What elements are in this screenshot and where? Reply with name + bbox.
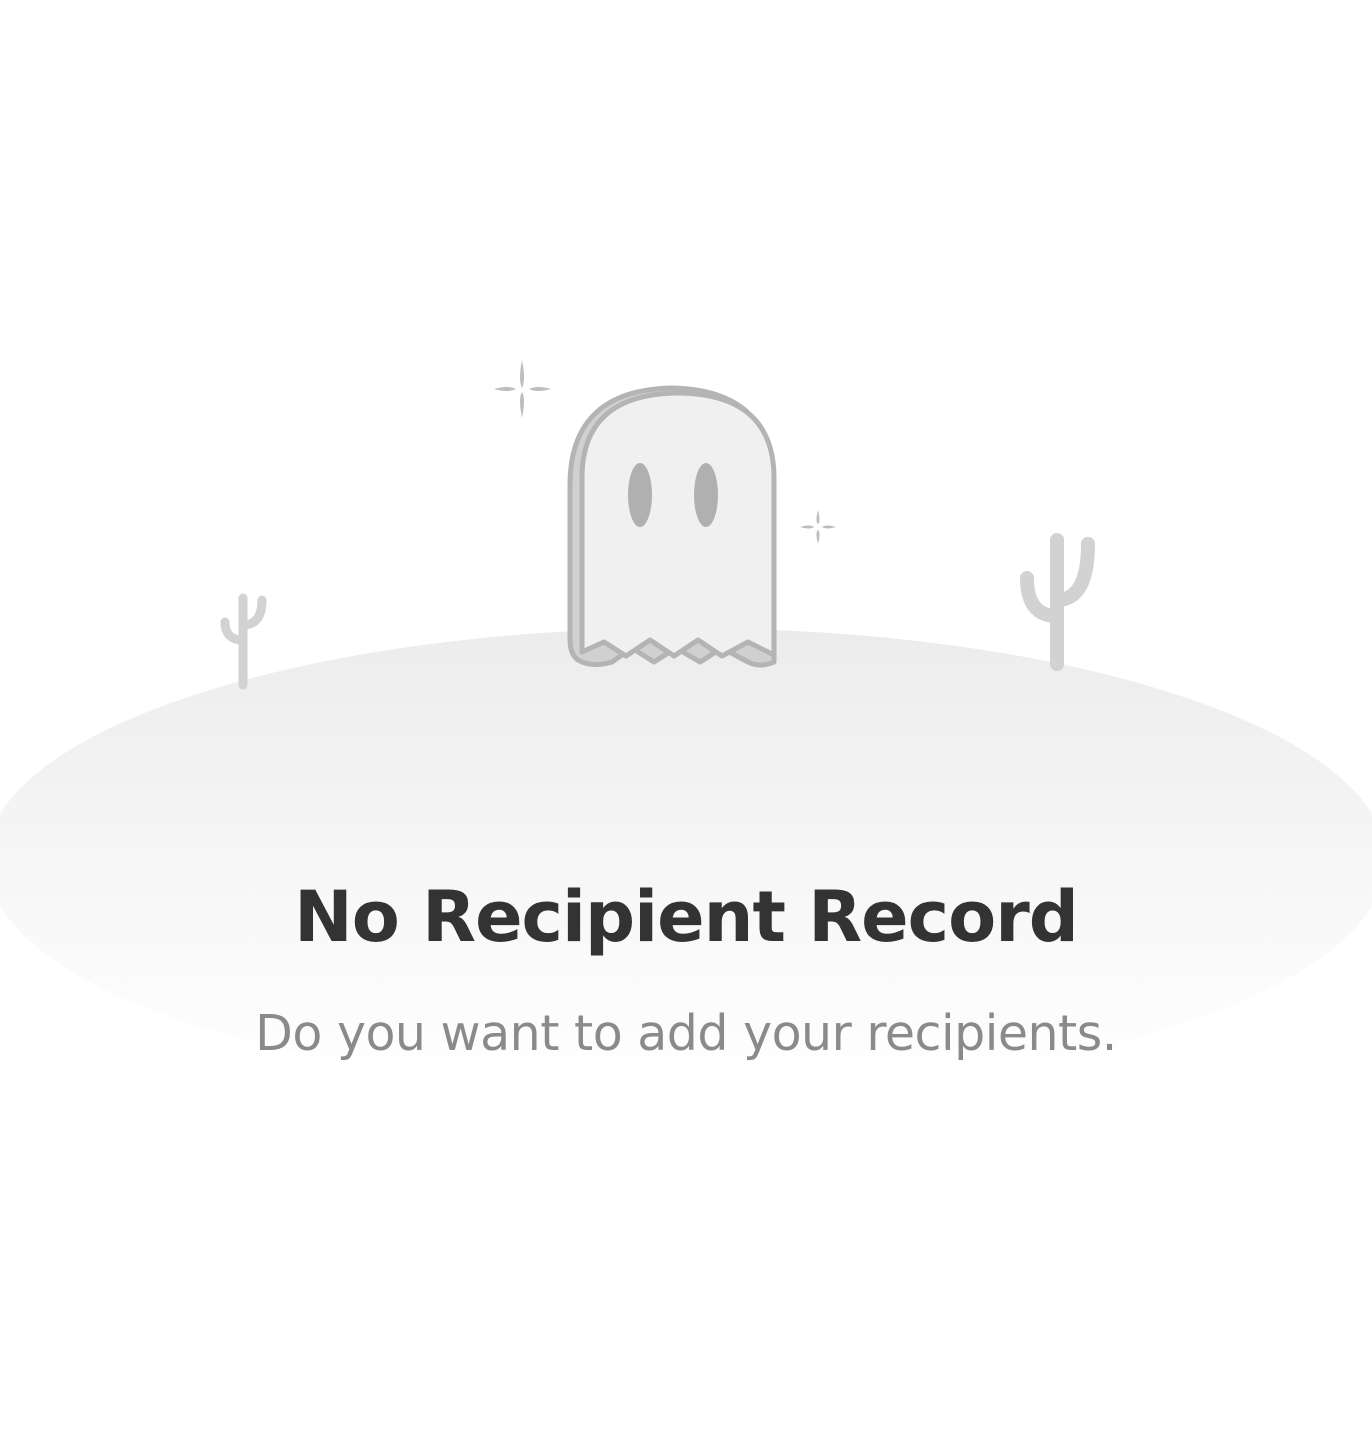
empty-state-subtitle: Do you want to add your recipients. xyxy=(255,1005,1117,1062)
cactus-right-icon xyxy=(1020,533,1095,671)
ghost-icon xyxy=(567,385,777,668)
sparkle-large-icon xyxy=(494,360,551,418)
empty-state: No Recipient Record Do you want to add y… xyxy=(0,0,1372,1432)
sparkle-small-icon xyxy=(800,510,836,544)
ground-hill xyxy=(0,628,1372,1060)
ghost-eye-left xyxy=(628,463,652,527)
cactus-left-icon xyxy=(220,593,267,690)
ghost-eye-right xyxy=(694,463,718,527)
empty-state-title: No Recipient Record xyxy=(294,876,1079,958)
